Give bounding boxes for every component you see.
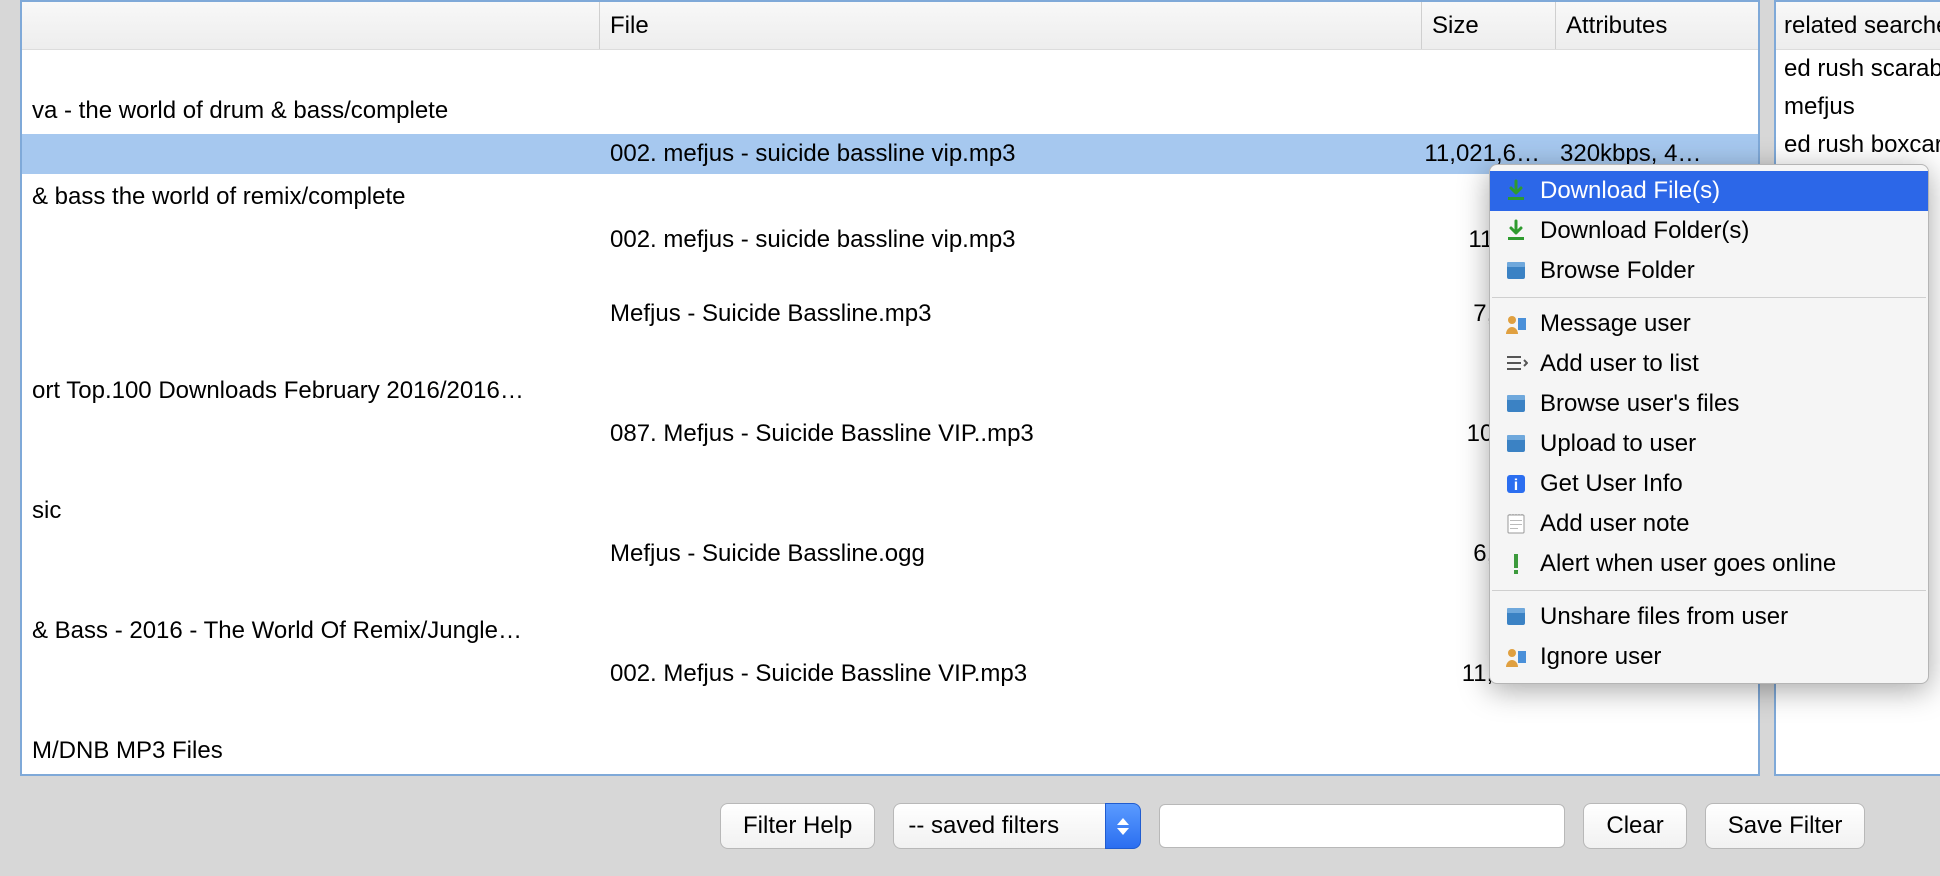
header-pad (22, 2, 600, 49)
context-menu: Download File(s) Download Folder(s) Browse… (1489, 164, 1929, 684)
clear-filter-button[interactable]: Clear (1583, 803, 1686, 849)
filter-help-button[interactable]: Filter Help (720, 803, 875, 849)
filter-text-input[interactable] (1159, 804, 1565, 848)
result-group-row[interactable]: va - the world of drum & bass/complete (22, 88, 1758, 134)
folder-icon (1504, 259, 1528, 283)
result-group-row[interactable]: M/DNB MP3 Files (22, 728, 1758, 774)
group-path-cell: & bass the world of remix/complete (22, 183, 600, 211)
file-name-cell: Mefjus - Suicide Bassline.mp3 (600, 300, 1422, 328)
context-menu-separator (1492, 297, 1926, 298)
context-menu-item-add-user-to-list[interactable]: Add user to list (1490, 344, 1928, 384)
context-menu-item-download-files[interactable]: Download File(s) (1490, 171, 1928, 211)
folder-icon (1504, 605, 1528, 629)
context-menu-separator (1492, 590, 1926, 591)
related-search-item[interactable]: ed rush boxcar (1776, 126, 1940, 164)
context-menu-item-label: Browse user's files (1540, 390, 1739, 418)
related-search-item[interactable]: ed rush scarabs (1776, 50, 1940, 88)
related-searches-header[interactable]: related searches (1776, 2, 1940, 50)
context-menu-item-ignore-user[interactable]: Ignore user (1490, 637, 1928, 677)
context-menu-item-label: Message user (1540, 310, 1691, 338)
saved-filters-select[interactable]: -- saved filters (893, 803, 1141, 849)
file-name-cell: Mefjus - Suicide Bassline.ogg (600, 540, 1422, 568)
context-menu-item-label: Add user note (1540, 510, 1689, 538)
saved-filters-label: -- saved filters (893, 803, 1105, 849)
column-header-file[interactable]: File (600, 2, 1422, 49)
save-filter-button[interactable]: Save Filter (1705, 803, 1866, 849)
group-path-cell: sic (22, 497, 600, 525)
user-icon (1504, 312, 1528, 336)
column-header-attributes[interactable]: Attributes (1556, 2, 1758, 49)
group-path-cell: ort Top.100 Downloads February 2016/2016… (22, 377, 600, 405)
svg-text:i: i (1514, 477, 1518, 494)
folder-icon (1504, 392, 1528, 416)
context-menu-item-browse-user-files[interactable]: Browse user's files (1490, 384, 1928, 424)
folder-icon (1504, 432, 1528, 456)
context-menu-item-label: Ignore user (1540, 643, 1661, 671)
file-name-cell: 002. mefjus - suicide bassline vip.mp3 (600, 226, 1422, 254)
alert-icon (1504, 552, 1528, 576)
info-icon: i (1504, 472, 1528, 496)
context-menu-item-label: Download Folder(s) (1540, 217, 1749, 245)
results-header-row: File Size Attributes (22, 2, 1758, 50)
download-icon (1504, 179, 1528, 203)
group-path-cell: & Bass - 2016 - The World Of Remix/Jungl… (22, 617, 600, 645)
context-menu-item-download-folders[interactable]: Download Folder(s) (1490, 211, 1928, 251)
note-icon (1504, 512, 1528, 536)
context-menu-item-label: Download File(s) (1540, 177, 1720, 205)
context-menu-item-label: Alert when user goes online (1540, 550, 1836, 578)
download-icon (1504, 219, 1528, 243)
column-header-size[interactable]: Size (1422, 2, 1556, 49)
context-menu-item-unshare-files[interactable]: Unshare files from user (1490, 597, 1928, 637)
context-menu-item-label: Browse Folder (1540, 257, 1695, 285)
file-name-cell: 087. Mefjus - Suicide Bassline VIP..mp3 (600, 420, 1422, 448)
user-icon (1504, 645, 1528, 669)
context-menu-item-label: Get User Info (1540, 470, 1683, 498)
group-path-cell: va - the world of drum & bass/complete (22, 97, 600, 125)
context-menu-item-message-user[interactable]: Message user (1490, 304, 1928, 344)
context-menu-item-get-user-info[interactable]: i Get User Info (1490, 464, 1928, 504)
file-name-cell: 002. Mefjus - Suicide Bassline VIP.mp3 (600, 660, 1422, 688)
filter-toolbar: Filter Help -- saved filters Clear Save … (20, 790, 1940, 862)
list-icon (1504, 352, 1528, 376)
file-name-cell: 002. mefjus - suicide bassline vip.mp3 (600, 140, 1422, 168)
context-menu-item-label: Upload to user (1540, 430, 1696, 458)
context-menu-item-add-user-note[interactable]: Add user note (1490, 504, 1928, 544)
context-menu-item-browse-folder[interactable]: Browse Folder (1490, 251, 1928, 291)
related-search-item[interactable]: mefjus (1776, 88, 1940, 126)
context-menu-item-alert-user-online[interactable]: Alert when user goes online (1490, 544, 1928, 584)
select-arrows-icon (1105, 803, 1141, 849)
context-menu-item-label: Unshare files from user (1540, 603, 1788, 631)
group-path-cell: M/DNB MP3 Files (22, 737, 600, 765)
context-menu-item-upload-to-user[interactable]: Upload to user (1490, 424, 1928, 464)
context-menu-item-label: Add user to list (1540, 350, 1699, 378)
